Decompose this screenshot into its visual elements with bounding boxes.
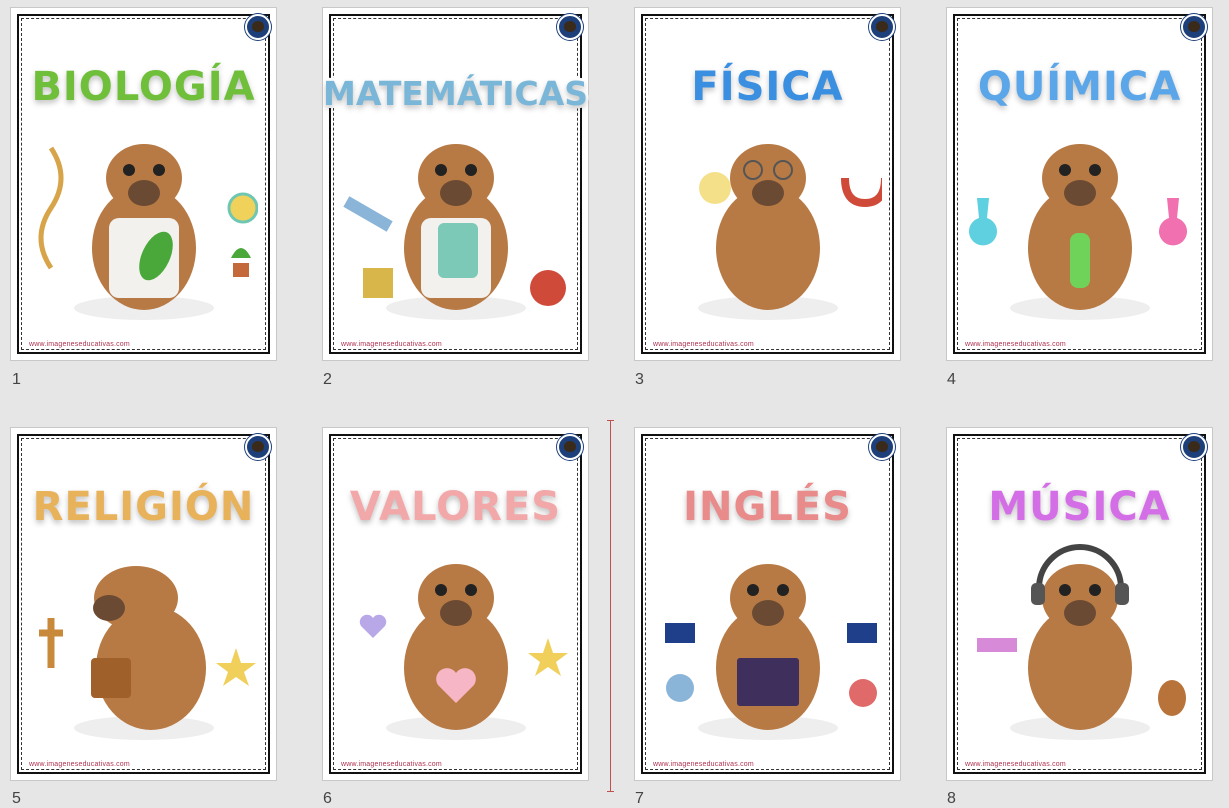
slide-number: 3 [635, 371, 644, 388]
slide-number: 2 [323, 371, 332, 388]
slide-thumbnail-7[interactable]: INGLÉS www.imageneseducativas.com [634, 427, 901, 781]
capybara-illustration [969, 144, 1187, 320]
slide-thumbnail-2[interactable]: MATEMÁTICAS www.imageneseducativas.com [320, 7, 591, 361]
slide-title: FÍSICA [688, 61, 845, 113]
slide-number: 6 [323, 790, 332, 807]
slide-title: RELIGIÓN [30, 481, 257, 533]
website-footer: www.imageneseducativas.com [653, 761, 754, 768]
mascot-badge-icon [557, 434, 583, 460]
slide-title: QUÍMICA [975, 61, 1183, 113]
slide-number: 8 [947, 790, 956, 807]
slide-thumbnail-5[interactable]: RELIGIÓN www.imageneseducativas.com [10, 427, 277, 781]
slide-title: INGLÉS [680, 481, 854, 533]
slide-number: 7 [635, 790, 644, 807]
capybara-illustration [343, 144, 566, 320]
insertion-marker [607, 420, 614, 792]
mascot-badge-icon [245, 434, 271, 460]
slide-title: VALORES [347, 481, 563, 533]
mascot-badge-icon [1181, 14, 1207, 40]
slide-title: BIOLOGÍA [28, 61, 257, 113]
capybara-illustration [38, 144, 258, 320]
capybara-illustration [359, 564, 568, 740]
website-footer: www.imageneseducativas.com [341, 341, 442, 348]
website-footer: www.imageneseducativas.com [29, 761, 130, 768]
slide-thumbnail-6[interactable]: VALORES www.imageneseducativas.com [322, 427, 589, 781]
website-footer: www.imageneseducativas.com [965, 761, 1066, 768]
mascot-badge-icon [869, 14, 895, 40]
mascot-badge-icon [557, 14, 583, 40]
capybara-illustration [665, 564, 877, 740]
slide-number: 1 [12, 371, 21, 388]
mascot-badge-icon [1181, 434, 1207, 460]
slide-thumbnail-1[interactable]: BIOLOGÍA www.imageneseducativas.com [10, 7, 277, 361]
website-footer: www.imageneseducativas.com [653, 341, 754, 348]
capybara-illustration [977, 544, 1186, 740]
website-footer: www.imageneseducativas.com [341, 761, 442, 768]
mascot-badge-icon [869, 434, 895, 460]
mascot-badge-icon [245, 14, 271, 40]
slide-title: MÚSICA [985, 481, 1172, 533]
slide-number: 5 [12, 790, 21, 807]
slide-thumbnail-4[interactable]: QUÍMICA www.imageneseducativas.com [946, 7, 1213, 361]
slide-thumbnail-8[interactable]: MÚSICA www.imageneseducativas.com [946, 427, 1213, 781]
slide-number: 4 [947, 371, 956, 388]
capybara-illustration [698, 144, 882, 320]
slide-thumbnail-3[interactable]: FÍSICA www.imageneseducativas.com [634, 7, 901, 361]
capybara-illustration [39, 566, 256, 740]
website-footer: www.imageneseducativas.com [29, 341, 130, 348]
website-footer: www.imageneseducativas.com [965, 341, 1066, 348]
